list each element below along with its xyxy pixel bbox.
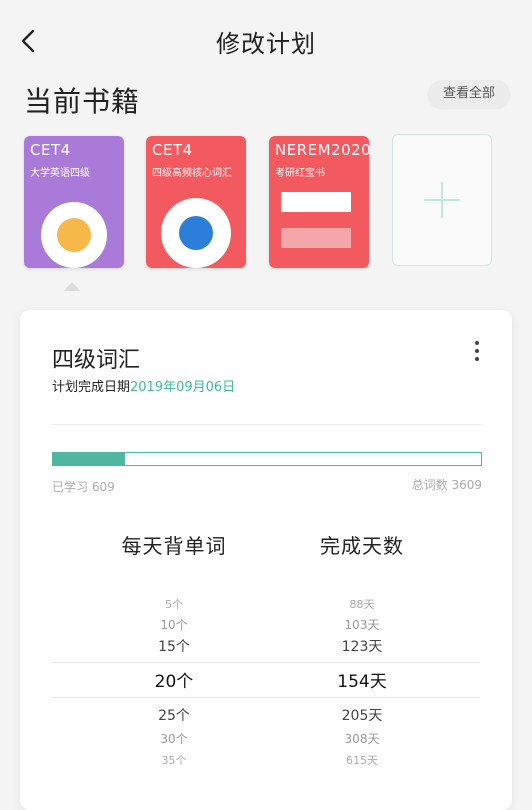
daily-option[interactable]: 15个 — [94, 636, 254, 656]
days-option[interactable]: 103天 — [282, 616, 442, 633]
add-book-button[interactable] — [392, 134, 492, 266]
learned-count: 已学习 609 — [52, 480, 115, 494]
book-card-cet4[interactable]: CET4 大学英语四级 — [24, 136, 124, 268]
book-card-nerem[interactable]: NEREM2020 考研红宝书 — [269, 136, 369, 268]
plan-date-value: 2019年09月06日 — [130, 380, 236, 395]
daily-option[interactable]: 25个 — [94, 705, 254, 725]
header: 修改计划 — [0, 0, 532, 80]
book-code: CET4 — [30, 141, 71, 159]
plus-icon — [424, 182, 460, 218]
picker-selection-line-bottom — [52, 697, 480, 698]
book-name: 考研红宝书 — [275, 168, 325, 179]
days-option[interactable]: 205天 — [282, 705, 442, 725]
book-card-cet4-core[interactable]: CET4 四级高频核心词汇 — [146, 136, 246, 268]
view-all-button[interactable]: 查看全部 — [428, 80, 510, 108]
book-cover-dot — [57, 218, 91, 252]
days-option[interactable]: 123天 — [282, 636, 442, 656]
plan-card: 四级词汇 计划完成日期2019年09月06日 已学习 609 总词数 3609 … — [20, 310, 512, 810]
days-option[interactable]: 615天 — [282, 752, 442, 768]
daily-words-label: 每天背单词 — [121, 534, 227, 558]
divider — [52, 424, 482, 425]
progress-fill — [53, 453, 126, 465]
days-label: 完成天数 — [320, 534, 404, 558]
book-cover-dot — [179, 216, 213, 250]
book-name: 四级高频核心词汇 — [152, 168, 232, 179]
total-count: 总词数 3609 — [411, 478, 482, 492]
book-cover-bar — [281, 228, 351, 248]
book-cover-ring — [161, 198, 231, 268]
picker-selection-line-top — [52, 662, 480, 663]
more-vertical-icon[interactable] — [470, 340, 484, 362]
daily-option[interactable]: 35个 — [94, 752, 254, 768]
book-code: NEREM2020 — [275, 141, 369, 159]
plan-date-label: 计划完成日期 — [52, 380, 131, 395]
daily-option[interactable]: 30个 — [94, 730, 254, 747]
progress-bar — [52, 452, 482, 466]
book-code: CET4 — [152, 141, 193, 159]
plan-date-row[interactable]: 计划完成日期2019年09月06日 — [52, 376, 235, 395]
book-name: 大学英语四级 — [30, 168, 90, 179]
section-title: 当前书籍 — [24, 85, 141, 118]
days-option[interactable]: 88天 — [282, 596, 442, 612]
selected-pointer-icon — [64, 282, 80, 291]
daily-option-selected[interactable]: 20个 — [94, 667, 254, 692]
book-cover-ring — [41, 202, 107, 268]
book-cover-bar — [281, 192, 351, 212]
daily-option[interactable]: 5个 — [94, 596, 254, 612]
daily-option[interactable]: 10个 — [94, 616, 254, 633]
page-title: 修改计划 — [216, 30, 316, 58]
days-option[interactable]: 308天 — [282, 730, 442, 747]
days-option-selected[interactable]: 154天 — [282, 667, 442, 692]
plan-name: 四级词汇 — [52, 348, 141, 373]
